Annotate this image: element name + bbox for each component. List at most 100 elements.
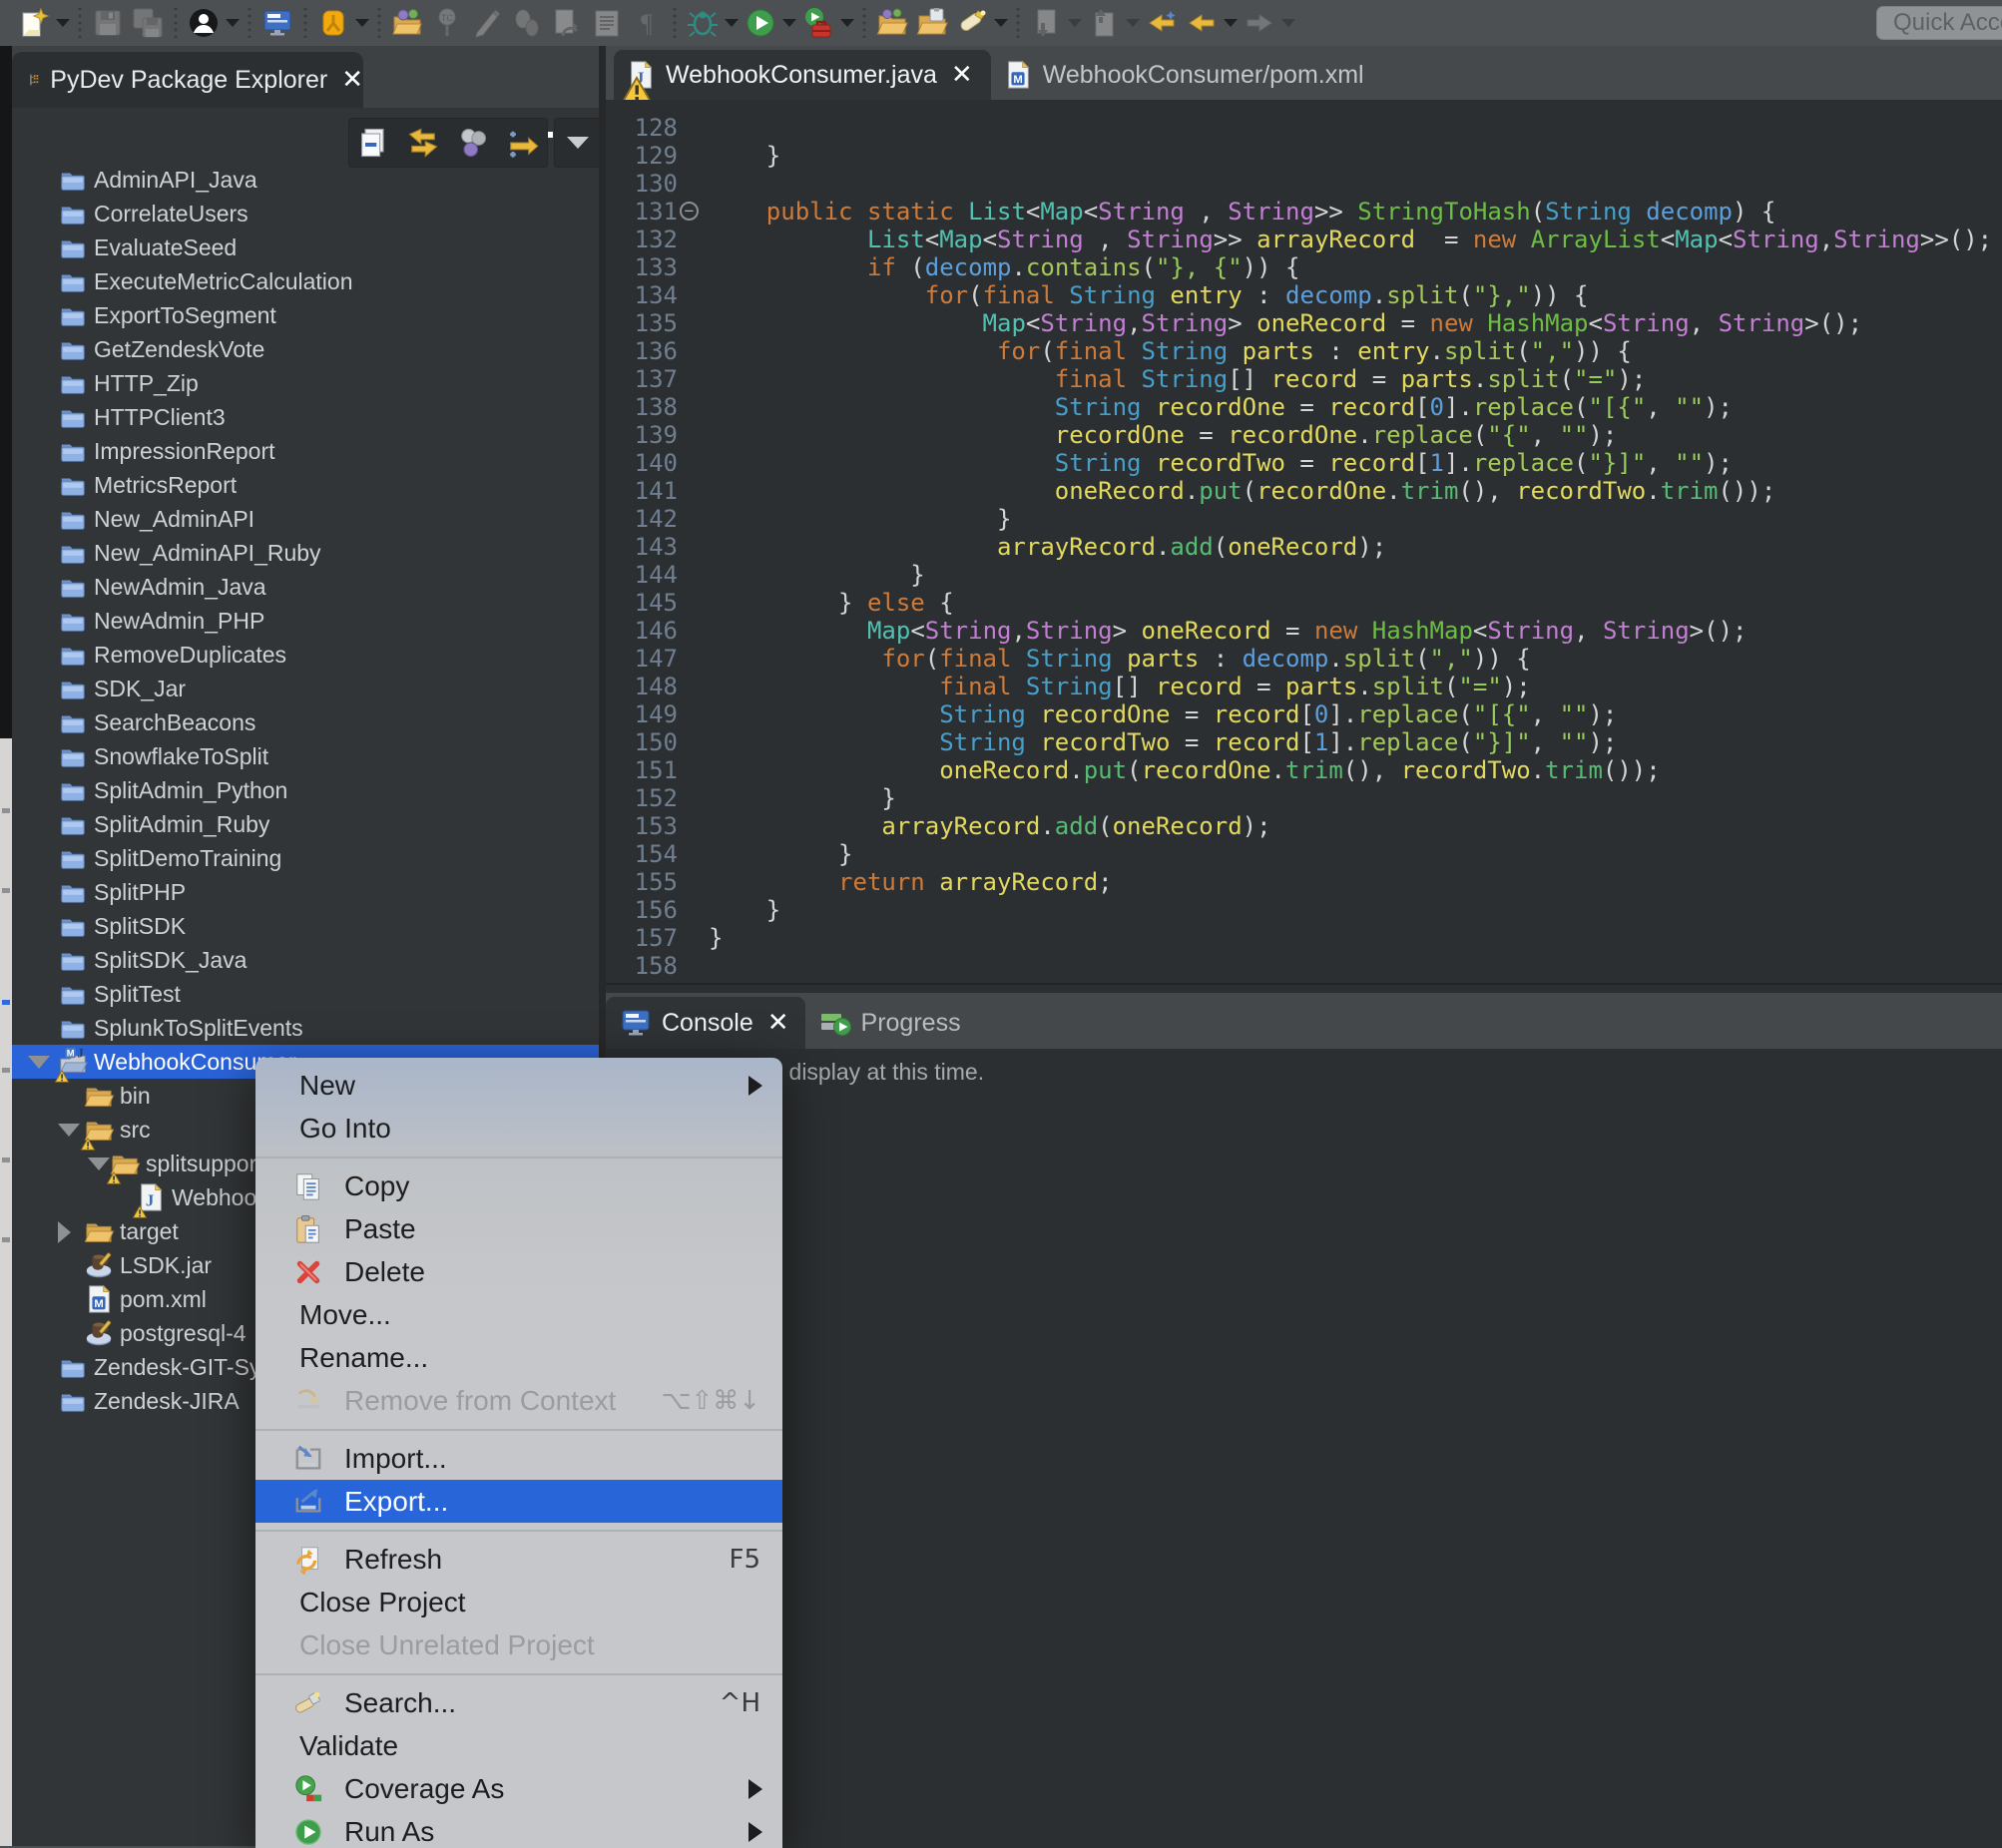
forward-icon[interactable] [1243, 6, 1276, 40]
tree-item-new-adminapi-ruby[interactable]: New_AdminAPI_Ruby [12, 536, 599, 570]
chevron-expanded-icon[interactable] [28, 1056, 50, 1069]
tab-pydev-package-explorer[interactable]: PyDev Package Explorer ✕ [12, 52, 363, 108]
dropdown-caret-icon[interactable] [840, 19, 854, 27]
console-tab-console[interactable]: Console✕ [606, 997, 805, 1049]
tree-item-http-zip[interactable]: HTTP_Zip [12, 366, 599, 400]
tree-item-getzendeskvote[interactable]: GetZendeskVote [12, 332, 599, 366]
pen-icon[interactable] [470, 6, 504, 40]
tree-item-splitadmin-ruby[interactable]: SplitAdmin_Ruby [12, 807, 599, 841]
close-view-icon[interactable]: ✕ [341, 65, 363, 95]
tree-item-searchbeacons[interactable]: SearchBeacons [12, 705, 599, 739]
dropdown-caret-icon[interactable] [226, 19, 240, 27]
menu-item-copy[interactable]: Copy [255, 1164, 782, 1207]
close-tab-icon[interactable]: ✕ [951, 60, 973, 90]
marker-icon[interactable] [955, 6, 989, 40]
tree-item-splitadmin-python[interactable]: SplitAdmin_Python [12, 773, 599, 807]
profile-red-icon[interactable] [801, 6, 835, 40]
editor-tab-webhookconsumer-java[interactable]: JWebhookConsumer.java✕ [614, 50, 991, 100]
dropdown-caret-icon[interactable] [56, 19, 70, 27]
back-star-icon[interactable] [1145, 6, 1179, 40]
tree-item-evaluateseed[interactable]: EvaluateSeed [12, 231, 599, 264]
tree-item-new-adminapi[interactable]: New_AdminAPI [12, 502, 599, 536]
tree-item-splitphp[interactable]: SplitPHP [12, 875, 599, 909]
folder-open-clip-icon[interactable] [915, 6, 949, 40]
dropdown-caret-icon[interactable] [355, 19, 369, 27]
tree-item-exporttosegment[interactable]: ExportToSegment [12, 298, 599, 332]
link-with-editor-icon[interactable] [405, 125, 441, 161]
collapse-all-icon[interactable] [356, 125, 392, 161]
quick-access-field[interactable]: Quick Access [1876, 6, 2002, 40]
dropdown-caret-icon[interactable] [994, 19, 1008, 27]
proj-icon [58, 707, 88, 737]
save-all-icon[interactable] [131, 6, 165, 40]
menu-item-go-into[interactable]: Go Into [255, 1107, 782, 1150]
tree-item-adminapi-java[interactable]: AdminAPI_Java [12, 163, 599, 197]
folder-objects-icon[interactable] [390, 6, 424, 40]
save-icon[interactable] [91, 6, 125, 40]
tree-item-removeduplicates[interactable]: RemoveDuplicates [12, 638, 599, 672]
menu-item-import-[interactable]: Import... [255, 1437, 782, 1480]
menu-item-run-as[interactable]: Run As [255, 1810, 782, 1848]
file-up-icon[interactable] [1087, 6, 1121, 40]
task-orange-icon[interactable] [316, 6, 350, 40]
menu-item-new[interactable]: New [255, 1064, 782, 1107]
folder-open-objects-icon[interactable] [875, 6, 909, 40]
beetle-teal-icon[interactable] [686, 6, 720, 40]
back-icon[interactable] [1185, 6, 1219, 40]
dropdown-caret-icon[interactable] [782, 19, 796, 27]
close-tab-icon[interactable]: ✕ [767, 1008, 789, 1038]
proj-icon [58, 572, 88, 602]
menu-item-search-[interactable]: Search...^H [255, 1681, 782, 1724]
chevron-expanded-icon[interactable] [58, 1124, 80, 1137]
pilcrow-icon[interactable]: ¶ [630, 6, 664, 40]
code-text[interactable]: } public static List<Map<String , String… [709, 100, 1992, 980]
menu-item-paste[interactable]: Paste [255, 1207, 782, 1250]
tree-item-splitdemotraining[interactable]: SplitDemoTraining [12, 841, 599, 875]
menu-item-validate[interactable]: Validate [255, 1724, 782, 1767]
dropdown-caret-icon[interactable] [1281, 19, 1295, 27]
tree-item-snowflaketosplit[interactable]: SnowflakeToSplit [12, 739, 599, 773]
proj-icon [58, 606, 88, 636]
tree-item-splunktosplitevents[interactable]: SplunkToSplitEvents [12, 1011, 599, 1045]
focus-on-active-task-icon[interactable] [504, 125, 540, 161]
tree-item-splittest[interactable]: SplitTest [12, 977, 599, 1011]
monitor-icon[interactable] [260, 6, 294, 40]
dropdown-caret-icon[interactable] [725, 19, 739, 27]
tree-item-metricsreport[interactable]: MetricsReport [12, 468, 599, 502]
tree-item-splitsdk[interactable]: SplitSDK [12, 909, 599, 943]
fold-marker[interactable]: − [680, 202, 699, 221]
chevron-collapsed-icon[interactable] [58, 1221, 71, 1243]
code-area[interactable]: 128 129 130 131 132 133 134 135 136 137 … [606, 100, 2002, 983]
dropdown-caret-icon[interactable] [1126, 19, 1140, 27]
tree-item-newadmin-php[interactable]: NewAdmin_PHP [12, 604, 599, 638]
menu-item-rename-[interactable]: Rename... [255, 1336, 782, 1379]
tree-item-splitsdk-java[interactable]: SplitSDK_Java [12, 943, 599, 977]
menu-item-refresh[interactable]: RefreshF5 [255, 1538, 782, 1581]
menu-item-delete[interactable]: Delete [255, 1250, 782, 1293]
menu-item-export-[interactable]: Export... [255, 1480, 782, 1523]
file-down-icon[interactable] [1029, 6, 1063, 40]
file-sync-icon[interactable] [550, 6, 584, 40]
tree-item-impressionreport[interactable]: ImpressionReport [12, 434, 599, 468]
run-green-icon[interactable] [744, 6, 777, 40]
report-icon[interactable] [590, 6, 624, 40]
tree-item-httpclient3[interactable]: HTTPClient3 [12, 400, 599, 434]
tree-item-correlateusers[interactable]: CorrelateUsers [12, 197, 599, 231]
user-icon[interactable] [187, 6, 221, 40]
editor-tab-webhookconsumer-pom-xml[interactable]: MWebhookConsumer/pom.xml [991, 50, 1382, 100]
dropdown-caret-icon[interactable] [1224, 19, 1238, 27]
menu-item-coverage-as[interactable]: Coverage As [255, 1767, 782, 1810]
tree-item-sdk-jar[interactable]: SDK_Jar [12, 672, 599, 705]
view-menu-icon[interactable] [554, 118, 602, 168]
filters-icon[interactable] [455, 125, 491, 161]
console-tab-progress[interactable]: Progress [805, 997, 977, 1049]
menu-item-move-[interactable]: Move... [255, 1293, 782, 1336]
new-wizard-icon[interactable] [17, 6, 51, 40]
menu-separator [255, 1523, 782, 1538]
tree-item-newadmin-java[interactable]: NewAdmin_Java [12, 570, 599, 604]
tree-item-executemetriccalculation[interactable]: ExecuteMetricCalculation [12, 264, 599, 298]
bugs-icon[interactable] [510, 6, 544, 40]
dropdown-caret-icon[interactable] [1068, 19, 1082, 27]
pin-icon[interactable]: TC [430, 6, 464, 40]
menu-item-close-project[interactable]: Close Project [255, 1581, 782, 1623]
